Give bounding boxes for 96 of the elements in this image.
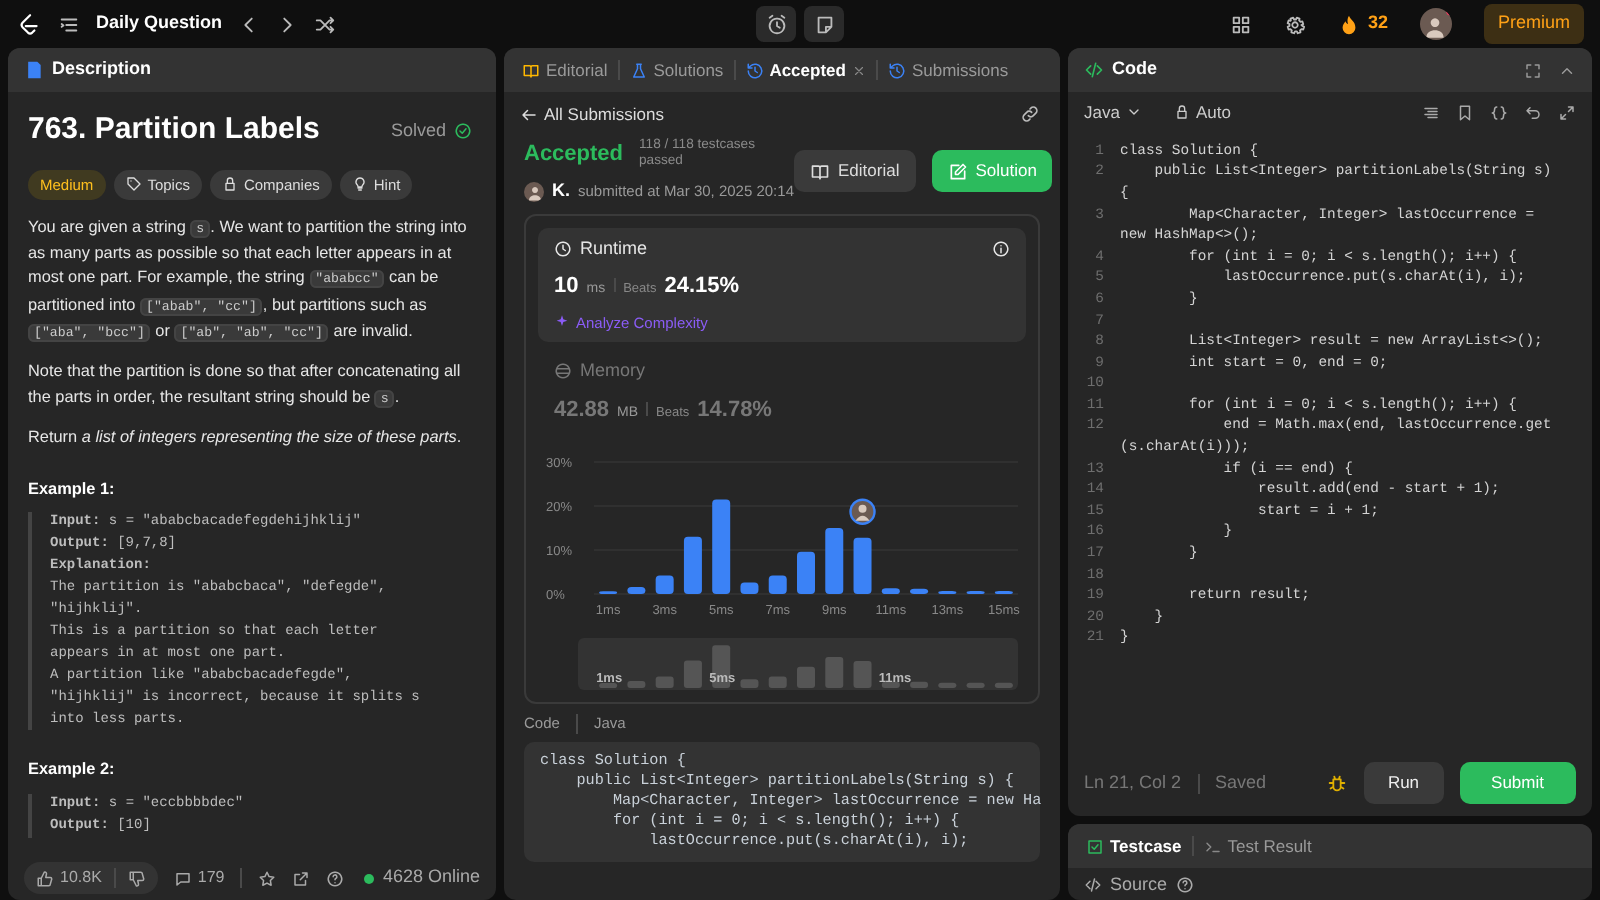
streak-count: 32	[1367, 10, 1388, 37]
help-icon[interactable]	[1175, 876, 1194, 895]
grid-icon[interactable]	[1229, 13, 1252, 35]
info-icon[interactable]	[992, 240, 1010, 258]
timer-button[interactable]	[756, 6, 796, 42]
stat-value: 42.88	[554, 395, 610, 425]
user-name[interactable]: K.	[552, 178, 570, 206]
runtime-icon	[554, 240, 572, 258]
alarm-clock-icon	[765, 13, 787, 35]
online-dot	[364, 873, 375, 883]
topics-icon	[125, 176, 142, 193]
console-tab[interactable]: Testcase	[1076, 833, 1192, 859]
run-button[interactable]: Run	[1363, 762, 1444, 804]
thumbs-up-icon	[36, 869, 54, 887]
braces-icon[interactable]	[1490, 103, 1508, 122]
submission-status: Accepted	[524, 139, 624, 170]
panel-tab[interactable]: Submissions	[877, 57, 1019, 83]
solutions-icon	[629, 61, 648, 79]
bookmark-icon[interactable]	[1456, 103, 1474, 122]
submissions-icon	[887, 61, 906, 79]
flame-icon	[1337, 13, 1360, 35]
beats-percent: 24.15%	[664, 272, 740, 303]
premium-button[interactable]: Premium	[1483, 4, 1584, 44]
chart-bar[interactable]	[825, 528, 844, 594]
example-heading: Example 2:	[28, 758, 117, 783]
page-title[interactable]: Daily Question	[96, 10, 223, 38]
description-tab[interactable]: Description	[52, 56, 152, 84]
example-heading: Example 1:	[28, 478, 117, 503]
sparkle-icon	[554, 314, 570, 331]
chart-bar[interactable]	[655, 575, 674, 594]
shuffle-icon[interactable]	[314, 13, 337, 35]
problem-paragraph: Return a list of integers representing the size of these parts.	[28, 425, 464, 450]
language-select[interactable]: Java	[1084, 100, 1142, 126]
beats-percent: 14.78%	[697, 395, 772, 425]
comment-icon	[173, 869, 192, 887]
editorial-button[interactable]: Editorial	[794, 150, 916, 193]
console-tab[interactable]: Test Result	[1193, 833, 1322, 859]
debug-icon[interactable]	[1325, 772, 1348, 795]
stat-value: 10	[554, 272, 579, 303]
notes-button[interactable]	[804, 6, 844, 42]
fullscreen-icon[interactable]	[1524, 61, 1542, 79]
like-button[interactable]: 10.8K	[36, 866, 102, 890]
testcase-icon	[1086, 837, 1104, 855]
arrow-left-icon	[520, 105, 538, 124]
stat-label: Memory	[580, 358, 646, 384]
settings-icon[interactable]	[1283, 13, 1306, 35]
book-icon	[810, 161, 830, 182]
hint-icon	[351, 176, 368, 193]
editorial-icon	[522, 61, 540, 79]
logo-icon[interactable]	[16, 11, 42, 37]
online-count: 4628 Online	[382, 864, 480, 891]
star-icon[interactable]	[258, 869, 277, 887]
panel-tab[interactable]: Accepted	[735, 57, 876, 83]
thumbs-down-icon[interactable]	[127, 869, 146, 887]
chart-bar[interactable]	[712, 499, 731, 594]
chart-bar[interactable]	[853, 537, 872, 594]
accepted-icon	[745, 61, 764, 79]
save-status: Saved	[1215, 769, 1267, 796]
problem-title: 763. Partition Labels	[28, 110, 320, 150]
panel-tab[interactable]: Solutions	[619, 57, 734, 83]
code-icon	[1084, 876, 1102, 895]
lock-icon	[1173, 104, 1190, 121]
pencil-icon	[947, 161, 968, 182]
panel-tab[interactable]: Editorial	[512, 57, 618, 83]
comments-button[interactable]: 179	[173, 866, 225, 890]
chart-bar[interactable]	[881, 588, 900, 594]
list-icon[interactable]	[58, 13, 80, 35]
help-icon[interactable]	[326, 869, 345, 887]
result-icon	[1203, 837, 1222, 855]
cursor-position: Ln 21, Col 2	[1084, 769, 1182, 796]
chart-bar[interactable]	[683, 536, 702, 594]
chart-bar[interactable]	[627, 586, 646, 594]
companies-icon	[221, 176, 238, 193]
memory-icon	[554, 362, 572, 381]
solved-status: Solved	[390, 117, 446, 143]
panel-title[interactable]: Code	[1112, 56, 1157, 84]
chart-bar[interactable]	[797, 551, 815, 594]
mode-button[interactable]: Auto	[1173, 100, 1231, 126]
chart-bar[interactable]	[768, 575, 787, 594]
source-label: Source	[1110, 872, 1168, 898]
undo-icon[interactable]	[1524, 103, 1542, 122]
close-icon	[851, 63, 866, 77]
document-icon	[24, 60, 44, 80]
link-icon[interactable]	[1020, 104, 1040, 125]
chart-bar[interactable]	[740, 582, 759, 594]
format-icon[interactable]	[1422, 103, 1440, 122]
user-silhouette-icon	[1422, 14, 1449, 40]
avatar[interactable]	[1419, 8, 1452, 40]
chart-bar[interactable]	[910, 588, 929, 594]
share-icon[interactable]	[292, 869, 311, 887]
back-link[interactable]: All Submissions	[520, 102, 664, 128]
code-icon	[1084, 60, 1104, 80]
note-icon	[813, 13, 835, 35]
expand-icon[interactable]	[1558, 103, 1576, 122]
stat-label: Runtime	[580, 235, 648, 262]
user-avatar-marker	[849, 498, 876, 525]
